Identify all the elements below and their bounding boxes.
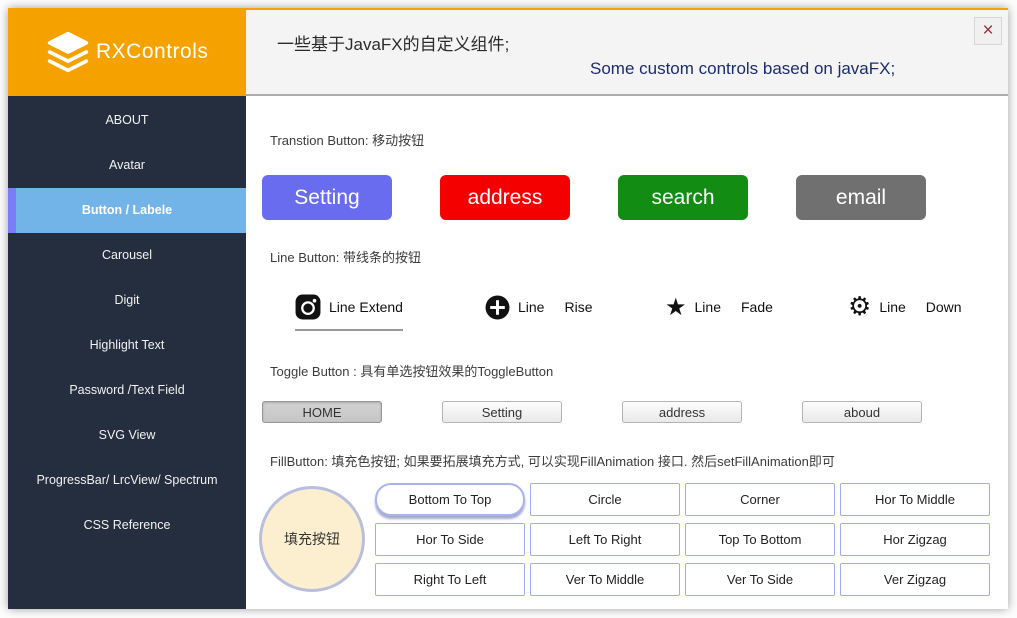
fill-button-right-to-left[interactable]: Right To Left [375, 563, 525, 596]
camera-icon [295, 294, 321, 320]
close-button[interactable]: × [974, 17, 1002, 45]
toggle-button-row: HOME Setting address aboud [262, 401, 922, 423]
selected-accent-bar [8, 188, 16, 233]
sidebar-nav: ABOUT Avatar Button / Labele Carousel Di… [8, 98, 246, 548]
fill-button-ver-zigzag[interactable]: Ver Zigzag [840, 563, 990, 596]
transition-button-row: Setting address search email [262, 175, 926, 220]
sidebar-item-svg-view[interactable]: SVG View [8, 413, 246, 458]
toggle-button-home[interactable]: HOME [262, 401, 382, 423]
transition-button-search[interactable]: search [618, 175, 748, 220]
sidebar-item-highlight-text[interactable]: Highlight Text [8, 323, 246, 368]
toggle-section-label: Toggle Button : 具有单选按钮效果的ToggleButton [270, 361, 553, 380]
page-title-cn: 一些基于JavaFX的自定义组件; [277, 30, 509, 55]
star-icon: ★ [665, 295, 687, 319]
sidebar-item-about[interactable]: ABOUT [8, 98, 246, 143]
sidebar-item-avatar[interactable]: Avatar [8, 143, 246, 188]
line-button-label: Line [518, 299, 544, 315]
plus-circle-icon [485, 295, 510, 320]
fill-section-label: FillButton: 填充色按钮; 如果要拓展填充方式, 可以实现FillAn… [270, 451, 835, 470]
toggle-button-setting[interactable]: Setting [442, 401, 562, 423]
fill-circle-button[interactable]: 填充按钮 [259, 486, 365, 592]
line-button-label: Line Extend [329, 299, 403, 315]
toggle-button-address[interactable]: address [622, 401, 742, 423]
sidebar-item-carousel[interactable]: Carousel [8, 233, 246, 278]
app-window: RXControls ABOUT Avatar Button / Labele … [8, 8, 1008, 609]
line-button-fade[interactable]: ★ Line Fade [665, 294, 773, 320]
line-button-extend[interactable]: Line Extend [295, 294, 403, 331]
fill-button-bottom-to-top[interactable]: Bottom To Top [375, 483, 525, 516]
sidebar-item-css-reference[interactable]: CSS Reference [8, 503, 246, 548]
transition-section-label: Transtion Button: 移动按钮 [270, 130, 424, 149]
line-button-label2: Down [926, 299, 962, 315]
line-button-label: Line [695, 299, 721, 315]
fill-button-hor-zigzag[interactable]: Hor Zigzag [840, 523, 990, 556]
sidebar-item-label: Button / Labele [82, 203, 172, 217]
sidebar-item-password-textfield[interactable]: Password /Text Field [8, 368, 246, 413]
gear-icon: ⚙ [848, 295, 871, 319]
sidebar-item-digit[interactable]: Digit [8, 278, 246, 323]
transition-button-email[interactable]: email [796, 175, 926, 220]
fill-button-circle[interactable]: Circle [530, 483, 680, 516]
fill-button-corner[interactable]: Corner [685, 483, 835, 516]
line-button-rise[interactable]: Line Rise [485, 294, 592, 320]
line-button-label: Line [879, 299, 905, 315]
transition-button-setting[interactable]: Setting [262, 175, 392, 220]
sidebar-item-progressbar-lrcview-spectrum[interactable]: ProgressBar/ LrcView/ Spectrum [8, 458, 246, 503]
page-subtitle-en: Some custom controls based on javaFX; [590, 59, 895, 79]
line-button-label2: Fade [741, 299, 773, 315]
app-title: RXControls [96, 40, 208, 64]
fill-button-left-to-right[interactable]: Left To Right [530, 523, 680, 556]
fill-button-hor-to-middle[interactable]: Hor To Middle [840, 483, 990, 516]
transition-button-address[interactable]: address [440, 175, 570, 220]
fill-button-hor-to-side[interactable]: Hor To Side [375, 523, 525, 556]
layers-icon [46, 30, 90, 74]
close-icon: × [982, 20, 993, 41]
fill-button-ver-to-middle[interactable]: Ver To Middle [530, 563, 680, 596]
fill-button-ver-to-side[interactable]: Ver To Side [685, 563, 835, 596]
sidebar: RXControls ABOUT Avatar Button / Labele … [8, 8, 246, 609]
toggle-button-aboud[interactable]: aboud [802, 401, 922, 423]
line-button-label2: Rise [564, 299, 592, 315]
app-logo: RXControls [8, 8, 246, 96]
line-section-label: Line Button: 带线条的按钮 [270, 247, 421, 266]
fill-button-top-to-bottom[interactable]: Top To Bottom [685, 523, 835, 556]
fill-button-grid: Bottom To Top Circle Corner Hor To Middl… [375, 483, 990, 596]
sidebar-item-button-labele[interactable]: Button / Labele [8, 188, 246, 233]
header-bar: 一些基于JavaFX的自定义组件; Some custom controls b… [246, 8, 1008, 96]
main-content: Transtion Button: 移动按钮 Setting address s… [246, 96, 1008, 609]
line-button-down[interactable]: ⚙ Line Down [848, 294, 962, 320]
